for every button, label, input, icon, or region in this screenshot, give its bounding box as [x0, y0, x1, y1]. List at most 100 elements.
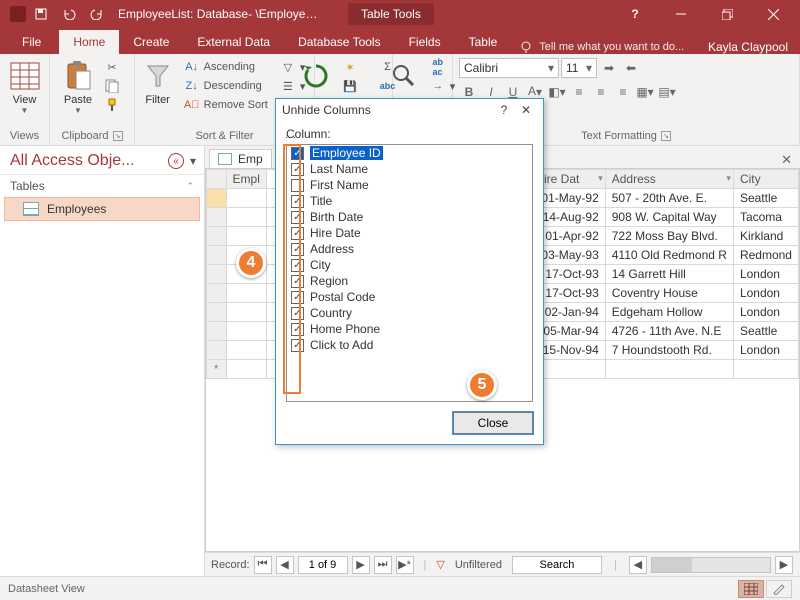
nav-menu-button[interactable]: ▾ — [188, 154, 198, 168]
nav-prev-button[interactable]: ◀ — [276, 556, 294, 574]
cell[interactable]: London — [733, 341, 798, 360]
align-left-button[interactable]: ≡ — [569, 82, 589, 102]
tell-me-box[interactable]: Tell me what you want to do... — [511, 40, 696, 54]
column-header[interactable]: City — [733, 170, 798, 189]
nav-item-employees[interactable]: Employees — [4, 197, 200, 221]
dialog-close-button[interactable]: ✕ — [515, 103, 537, 117]
qat-save-icon[interactable] — [34, 7, 48, 21]
row-selector[interactable] — [207, 227, 227, 246]
cell[interactable] — [226, 284, 266, 303]
cell[interactable] — [226, 322, 266, 341]
indent-inc-button[interactable]: ➡ — [599, 58, 619, 78]
tab-home[interactable]: Home — [59, 30, 119, 54]
qat-undo-icon[interactable] — [62, 7, 76, 21]
checkbox[interactable]: ✓ — [291, 291, 304, 304]
cell[interactable] — [226, 303, 266, 322]
nav-collapse-button[interactable]: « — [168, 153, 184, 169]
cell[interactable]: London — [733, 303, 798, 322]
record-position-input[interactable] — [298, 556, 348, 574]
row-selector[interactable] — [207, 284, 227, 303]
descending-button[interactable]: Z↓Descending — [182, 77, 270, 95]
format-painter-button[interactable] — [102, 96, 122, 114]
row-selector[interactable] — [207, 265, 227, 284]
textfmt-launcher[interactable]: ↘ — [661, 131, 671, 141]
nav-new-button[interactable]: ▶* — [396, 556, 414, 574]
row-selector[interactable] — [207, 341, 227, 360]
row-selector[interactable] — [207, 189, 227, 208]
row-selector[interactable] — [207, 322, 227, 341]
tab-external-data[interactable]: External Data — [183, 30, 284, 54]
row-selector[interactable] — [207, 246, 227, 265]
checkbox[interactable]: ✓ — [291, 163, 304, 176]
tab-create[interactable]: Create — [119, 30, 183, 54]
cell[interactable]: 722 Moss Bay Blvd. — [605, 227, 733, 246]
checkbox[interactable]: ✓ — [291, 195, 304, 208]
minimize-button[interactable] — [658, 0, 704, 28]
gridlines-button[interactable]: ▦▾ — [635, 82, 655, 102]
cell[interactable]: Redmond — [733, 246, 798, 265]
font-name-combo[interactable]: Calibri▾ — [459, 58, 559, 78]
hscroll-track[interactable] — [651, 557, 771, 573]
cell[interactable]: 14 Garrett Hill — [605, 265, 733, 284]
cell[interactable] — [226, 341, 266, 360]
column-list-item[interactable]: ✓Click to Add — [287, 337, 532, 353]
paste-button[interactable]: Paste ▼ — [58, 58, 98, 117]
new-record-button[interactable]: ✶ — [340, 58, 370, 76]
column-list[interactable]: ✓Employee ID✓Last NameFirst Name✓Title✓B… — [286, 144, 533, 402]
refresh-all-button[interactable] — [296, 58, 336, 96]
cell[interactable]: 507 - 20th Ave. E. — [605, 189, 733, 208]
align-right-button[interactable]: ≡ — [613, 82, 633, 102]
nav-category-tables[interactable]: Tables⌃ — [0, 175, 204, 197]
checkbox[interactable]: ✓ — [291, 275, 304, 288]
search-box[interactable] — [512, 556, 602, 574]
column-list-item[interactable]: ✓City — [287, 257, 532, 273]
cell[interactable]: Kirkland — [733, 227, 798, 246]
align-center-button[interactable]: ≡ — [591, 82, 611, 102]
alt-row-color-button[interactable]: ▤▾ — [657, 82, 677, 102]
restore-button[interactable] — [704, 0, 750, 28]
cell[interactable] — [226, 189, 266, 208]
cell[interactable]: 4726 - 11th Ave. N.E — [605, 322, 733, 341]
tab-file[interactable]: File — [4, 30, 59, 54]
column-list-item[interactable]: ✓Postal Code — [287, 289, 532, 305]
cell[interactable]: 7 Houndstooth Rd. — [605, 341, 733, 360]
checkbox[interactable]: ✓ — [291, 211, 304, 224]
column-list-item[interactable]: ✓Hire Date — [287, 225, 532, 241]
cell[interactable]: 908 W. Capital Way — [605, 208, 733, 227]
column-header[interactable]: Empl — [226, 170, 266, 189]
column-list-item[interactable]: ✓Address — [287, 241, 532, 257]
copy-button[interactable] — [102, 77, 122, 95]
column-list-item[interactable]: ✓Region — [287, 273, 532, 289]
font-size-combo[interactable]: 11▾ — [561, 58, 597, 78]
nav-first-button[interactable]: ⏮ — [254, 556, 272, 574]
object-tab-employees[interactable]: Emp — [209, 149, 272, 168]
save-record-button[interactable]: 💾 — [340, 77, 370, 95]
checkbox[interactable]: ✓ — [291, 147, 304, 160]
column-list-item[interactable]: First Name — [287, 177, 532, 193]
checkbox[interactable]: ✓ — [291, 243, 304, 256]
view-design-button[interactable] — [766, 580, 792, 598]
cell[interactable]: London — [733, 284, 798, 303]
row-selector[interactable] — [207, 208, 227, 227]
row-selector[interactable] — [207, 303, 227, 322]
close-button[interactable] — [750, 0, 796, 28]
hscroll-left[interactable]: ◀ — [629, 556, 647, 574]
column-list-item[interactable]: ✓Home Phone — [287, 321, 532, 337]
cell[interactable] — [226, 208, 266, 227]
nav-title[interactable]: All Access Obje... — [10, 152, 168, 170]
checkbox[interactable]: ✓ — [291, 339, 304, 352]
cell[interactable] — [226, 227, 266, 246]
ascending-button[interactable]: A↓Ascending — [182, 58, 270, 76]
help-icon[interactable]: ? — [612, 7, 658, 21]
select-all-cell[interactable] — [207, 170, 227, 189]
cell[interactable]: Tacoma — [733, 208, 798, 227]
tab-database-tools[interactable]: Database Tools — [284, 30, 395, 54]
cell[interactable]: London — [733, 265, 798, 284]
checkbox[interactable] — [291, 179, 304, 192]
column-list-item[interactable]: ✓Country — [287, 305, 532, 321]
clipboard-launcher[interactable]: ↘ — [113, 131, 123, 141]
nav-next-button[interactable]: ▶ — [352, 556, 370, 574]
fill-color-button[interactable]: ◧▾ — [547, 82, 567, 102]
checkbox[interactable]: ✓ — [291, 259, 304, 272]
cell[interactable]: Coventry House — [605, 284, 733, 303]
